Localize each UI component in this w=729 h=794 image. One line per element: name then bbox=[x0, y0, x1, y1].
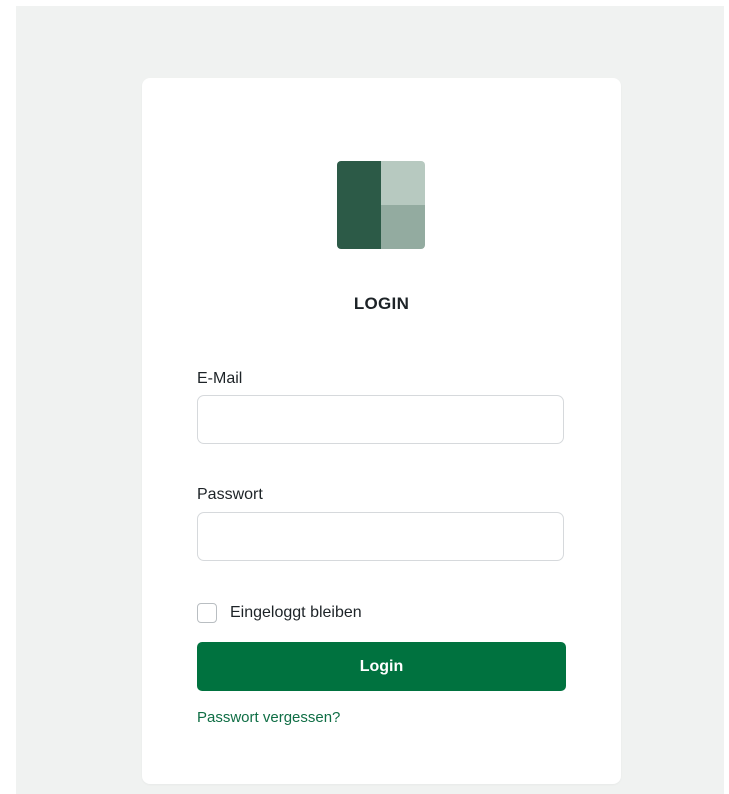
logo-top-right-block bbox=[381, 161, 425, 205]
brand-logo-icon bbox=[337, 161, 425, 249]
password-label: Passwort bbox=[197, 486, 263, 503]
page-background: LOGIN E-Mail Passwort Eingeloggt bleiben… bbox=[16, 6, 724, 794]
login-card: LOGIN E-Mail Passwort Eingeloggt bleiben… bbox=[142, 78, 621, 784]
email-field[interactable] bbox=[197, 395, 564, 444]
logo-bottom-right-block bbox=[381, 205, 425, 249]
remember-me-label[interactable]: Eingeloggt bleiben bbox=[230, 604, 362, 622]
remember-me-row[interactable]: Eingeloggt bleiben bbox=[197, 602, 362, 624]
forgot-password-link[interactable]: Passwort vergessen? bbox=[197, 709, 340, 726]
email-label: E-Mail bbox=[197, 370, 243, 387]
login-button[interactable]: Login bbox=[197, 642, 566, 691]
remember-me-checkbox[interactable] bbox=[197, 603, 217, 623]
logo-left-block bbox=[337, 161, 381, 249]
password-field[interactable] bbox=[197, 512, 564, 561]
page-title: LOGIN bbox=[353, 294, 410, 313]
